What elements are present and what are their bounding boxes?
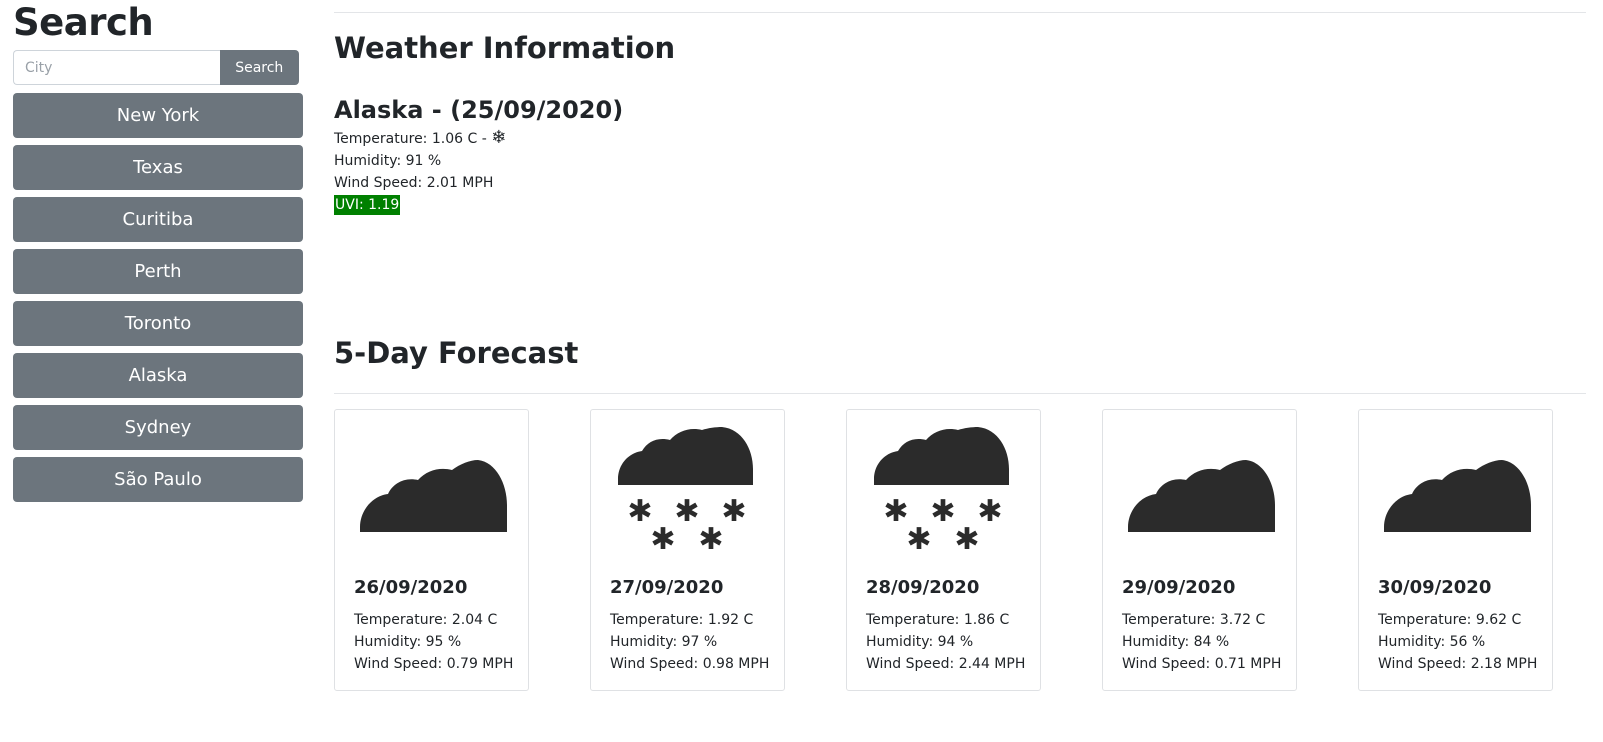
forecast-details: Temperature: 2.04 C Humidity: 95 % Wind … xyxy=(354,609,513,675)
top-divider xyxy=(334,12,1586,13)
city-search-input[interactable] xyxy=(13,50,220,85)
forecast-temperature: Temperature: 9.62 C xyxy=(1378,612,1522,628)
forecast-wind-speed: Wind Speed: 2.18 MPH xyxy=(1378,656,1538,672)
forecast-temperature: Temperature: 2.04 C xyxy=(354,612,498,628)
weather-section-title: Weather Information xyxy=(334,31,676,65)
snowflake-icon: ❄ xyxy=(491,127,507,148)
forecast-date: 28/09/2020 xyxy=(866,577,980,598)
svg-text:✱: ✱ xyxy=(930,494,955,529)
svg-text:✱: ✱ xyxy=(674,494,699,529)
city-button-new-york[interactable]: New York xyxy=(13,93,303,138)
snow-cloud-icon: ✱ ✱ ✱ ✱ ✱ xyxy=(618,427,753,557)
city-button-texas[interactable]: Texas xyxy=(13,145,303,190)
svg-text:✱: ✱ xyxy=(721,494,746,529)
forecast-wind-speed: Wind Speed: 0.79 MPH xyxy=(354,656,514,672)
search-form: Search xyxy=(13,50,299,85)
forecast-divider xyxy=(334,393,1586,394)
city-button-curitiba[interactable]: Curitiba xyxy=(13,197,303,242)
city-button-sydney[interactable]: Sydney xyxy=(13,405,303,450)
search-sidebar: Search Search New York Texas Curitiba Pe… xyxy=(13,0,303,509)
svg-text:✱: ✱ xyxy=(883,494,908,529)
forecast-details: Temperature: 3.72 C Humidity: 84 % Wind … xyxy=(1122,609,1281,675)
forecast-humidity: Humidity: 94 % xyxy=(866,634,974,650)
svg-text:✱: ✱ xyxy=(698,522,723,557)
search-title: Search xyxy=(13,1,154,44)
forecast-wind-speed: Wind Speed: 2.44 MPH xyxy=(866,656,1026,672)
cloud-icon xyxy=(360,460,507,532)
snow-cloud-icon: ✱ ✱ ✱ ✱ ✱ xyxy=(874,427,1009,557)
forecast-card: 26/09/2020 Temperature: 2.04 C Humidity:… xyxy=(334,409,529,691)
current-humidity: Humidity: 91 % xyxy=(334,153,442,169)
city-button-sao-paulo[interactable]: São Paulo xyxy=(13,457,303,502)
city-button-perth[interactable]: Perth xyxy=(13,249,303,294)
city-button-alaska[interactable]: Alaska xyxy=(13,353,303,398)
forecast-humidity: Humidity: 84 % xyxy=(1122,634,1230,650)
forecast-date: 26/09/2020 xyxy=(354,577,468,598)
forecast-date: 29/09/2020 xyxy=(1122,577,1236,598)
cloud-icon xyxy=(1384,460,1531,532)
city-button-toronto[interactable]: Toronto xyxy=(13,301,303,346)
forecast-details: Temperature: 1.92 C Humidity: 97 % Wind … xyxy=(610,609,769,675)
current-weather: Alaska - (25/09/2020) Temperature: 1.06 … xyxy=(334,95,623,215)
forecast-date: 30/09/2020 xyxy=(1378,577,1492,598)
forecast-humidity: Humidity: 97 % xyxy=(610,634,718,650)
uvi-badge: UVI: 1.19 xyxy=(334,195,401,215)
forecast-card: ✱ ✱ ✱ ✱ ✱ 27/09/2020 Temperature: 1.92 C… xyxy=(590,409,785,691)
city-history-list: New York Texas Curitiba Perth Toronto Al… xyxy=(13,93,303,502)
svg-text:✱: ✱ xyxy=(954,522,979,557)
current-temperature: Temperature: 1.06 C - ❄ xyxy=(334,128,623,150)
forecast-card: 29/09/2020 Temperature: 3.72 C Humidity:… xyxy=(1102,409,1297,691)
forecast-temperature: Temperature: 1.86 C xyxy=(866,612,1010,628)
forecast-humidity: Humidity: 56 % xyxy=(1378,634,1486,650)
forecast-row: 26/09/2020 Temperature: 2.04 C Humidity:… xyxy=(334,409,1586,691)
forecast-humidity: Humidity: 95 % xyxy=(354,634,462,650)
svg-text:✱: ✱ xyxy=(650,522,675,557)
forecast-wind-speed: Wind Speed: 0.71 MPH xyxy=(1122,656,1282,672)
current-city-date: Alaska - (25/09/2020) xyxy=(334,96,624,124)
svg-text:✱: ✱ xyxy=(977,494,1002,529)
search-button[interactable]: Search xyxy=(219,50,299,85)
forecast-date: 27/09/2020 xyxy=(610,577,724,598)
current-wind-speed: Wind Speed: 2.01 MPH xyxy=(334,175,494,191)
current-temperature-text: Temperature: 1.06 C - xyxy=(334,131,492,147)
forecast-wind-speed: Wind Speed: 0.98 MPH xyxy=(610,656,770,672)
forecast-card: ✱ ✱ ✱ ✱ ✱ 28/09/2020 Temperature: 1.86 C… xyxy=(846,409,1041,691)
forecast-temperature: Temperature: 1.92 C xyxy=(610,612,754,628)
svg-text:✱: ✱ xyxy=(906,522,931,557)
forecast-card: 30/09/2020 Temperature: 9.62 C Humidity:… xyxy=(1358,409,1553,691)
cloud-icon xyxy=(1128,460,1275,532)
svg-text:✱: ✱ xyxy=(627,494,652,529)
forecast-details: Temperature: 1.86 C Humidity: 94 % Wind … xyxy=(866,609,1025,675)
forecast-section-title: 5-Day Forecast xyxy=(334,336,579,370)
forecast-temperature: Temperature: 3.72 C xyxy=(1122,612,1266,628)
forecast-details: Temperature: 9.62 C Humidity: 56 % Wind … xyxy=(1378,609,1537,675)
